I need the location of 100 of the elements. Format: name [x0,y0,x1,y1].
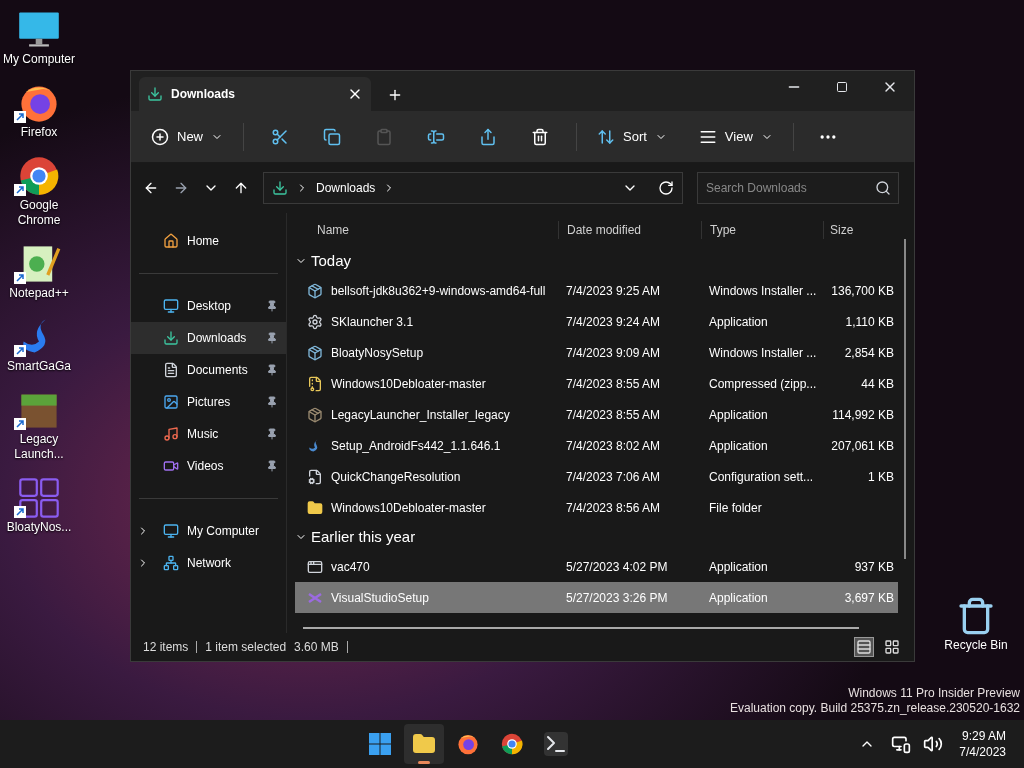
file-row[interactable]: Windows10Debloater-master 7/4/2023 8:56 AM File folder [295,492,898,523]
date-cell-text: 7/4/2023 9:24 AM [565,313,662,331]
nav-item-label: Pictures [187,394,232,411]
settings-file-icon [307,468,323,485]
file-name: vac470 [331,558,370,576]
tiles-view-button[interactable] [882,637,902,657]
download-icon [147,86,163,102]
nav-item-label: Downloads [187,330,248,347]
nav-item[interactable]: Network [131,547,286,579]
desktop-shortcut[interactable]: Google Chrome [0,154,78,228]
column-header[interactable]: Size [823,221,898,239]
sort-icon [597,127,615,146]
pin-icon [266,460,278,472]
shortcut-arrow-icon [14,345,26,357]
file-row[interactable]: vac470 5/27/2023 4:02 PM Application 937 KB [295,551,898,582]
desktop-shortcut[interactable]: BloatyNos... [0,476,78,535]
nav-item[interactable]: Videos [131,450,286,482]
date-cell-text: 5/27/2023 4:02 PM [565,558,669,576]
group-title: Earlier this year [311,526,416,547]
size-cell-text: 1 KB [867,468,895,486]
fox-globe-icon [455,732,480,756]
type-cell-text: Application [708,437,769,455]
column-header[interactable]: Type [701,221,823,239]
shortcut-arrow-icon [14,184,26,196]
music-note-icon [163,426,179,442]
file-row[interactable]: Windows10Debloater-master 7/4/2023 8:55 AM Compressed (zipp... 44 KB [295,368,898,399]
nav-item-label: Documents [187,362,249,379]
type-cell-text: Application [708,589,769,607]
delete-icon[interactable] [531,127,549,146]
file-name: SKlauncher 3.1 [331,313,414,331]
desktop-shortcut[interactable]: Legacy Launch... [0,388,78,462]
size-cell-text: 207,061 KB [830,437,895,455]
application-icon [307,558,323,575]
search-field[interactable]: Search Downloads [697,172,899,204]
pin-icon [266,428,278,440]
file-row[interactable]: QuickChangeResolution 7/4/2023 7:06 AM Configuration sett... 1 KB [295,461,898,492]
file-row[interactable]: BloatyNosySetup 7/4/2023 9:09 AM Windows Installer ... 2,854 KB [295,337,898,368]
view-button[interactable]: View [690,120,781,153]
network-icon[interactable] [891,734,912,754]
details-view-icon [856,639,872,655]
new-tab-icon[interactable] [387,87,403,103]
clock[interactable]: 9:29 AM 7/4/2023 [959,728,1024,760]
file-row[interactable]: SKlauncher 3.1 7/4/2023 9:24 AM Application 1,110 KB [295,306,898,337]
desktop-shortcut[interactable]: SmartGaGa [0,315,78,374]
file-row[interactable]: Setup_AndroidFs442_1.1.646.1 7/4/2023 8:02 AM Application 207,061 KB [295,430,898,461]
address-bar[interactable]: Downloads [263,172,683,204]
network-icon [163,555,179,571]
file-row[interactable]: bellsoft-jdk8u362+9-windows-amd64-full 7/4/2023 9:25 AM Windows Installer ... 136,700 KB [295,275,898,306]
nav-item[interactable]: My Computer [131,515,286,547]
shortcut-arrow-icon [14,418,26,430]
horizontal-scrollbar[interactable] [303,627,859,629]
share-icon[interactable] [479,127,497,146]
column-header[interactable]: Name [295,221,558,239]
date-cell-text: 7/4/2023 8:55 AM [565,375,662,393]
file-row[interactable]: VisualStudioSetup 5/27/2023 3:26 PM Application 3,697 KB [295,582,898,613]
nav-item[interactable]: Downloads [131,322,286,354]
size-cell-text: 2,854 KB [843,344,895,362]
desktop-shortcut[interactable]: My Computer [0,8,78,67]
nav-item-label: Desktop [187,298,233,315]
new-button[interactable]: New [143,120,231,153]
back-icon[interactable] [143,180,159,196]
desktop-icon-label: Firefox [20,125,58,140]
date-cell-text: 7/4/2023 9:25 AM [565,282,662,300]
taskbar-app-button[interactable] [403,724,444,764]
sort-button[interactable]: Sort [589,120,675,153]
desktop-shortcut[interactable]: Notepad++ [0,242,78,301]
up-icon[interactable] [233,180,249,196]
search-icon [875,180,891,196]
file-name: LegacyLauncher_Installer_legacy [331,406,510,424]
nav-item-label: Videos [187,458,225,475]
desktop-shortcut[interactable]: Firefox [0,81,78,140]
watermark-text: Windows 11 Pro Insider Preview [848,686,1020,701]
recycle-bin-shortcut[interactable]: Recycle Bin [940,596,1012,654]
date-cell-text: 5/27/2023 3:26 PM [565,589,669,607]
nav-item[interactable]: Documents [131,354,286,386]
nav-item[interactable]: Desktop [131,290,286,322]
vertical-scrollbar[interactable] [904,239,906,559]
group-header[interactable]: Today [295,247,898,275]
nav-item[interactable]: Music [131,418,286,450]
pin-icon [266,300,278,312]
date-cell-text: 7/4/2023 8:02 AM [565,437,662,455]
type-cell-text: Application [708,406,769,424]
file-name: bellsoft-jdk8u362+9-windows-amd64-full [331,282,546,300]
window-tab[interactable]: Downloads [139,77,371,111]
folder-icon [307,499,323,516]
file-row[interactable]: LegacyLauncher_Installer_legacy 7/4/2023 8:55 AM Application 114,992 KB [295,399,898,430]
refresh-icon[interactable] [658,180,674,196]
cut-icon[interactable] [271,127,289,146]
group-header[interactable]: Earlier this year [295,523,898,551]
forward-icon[interactable] [173,180,189,196]
watermark-text: Evaluation copy. Build 25375.zn_release.230520-1632 [730,701,1020,716]
details-view-button[interactable] [854,637,874,657]
column-header[interactable]: Date modified [558,221,701,239]
type-cell-text: Application [708,313,769,331]
active-indicator [417,761,430,764]
nav-item[interactable]: Home [131,225,286,257]
tab-title: Downloads [171,86,236,103]
rename-icon[interactable] [427,127,445,146]
nav-item[interactable]: Pictures [131,386,286,418]
copy-icon[interactable] [323,127,341,146]
